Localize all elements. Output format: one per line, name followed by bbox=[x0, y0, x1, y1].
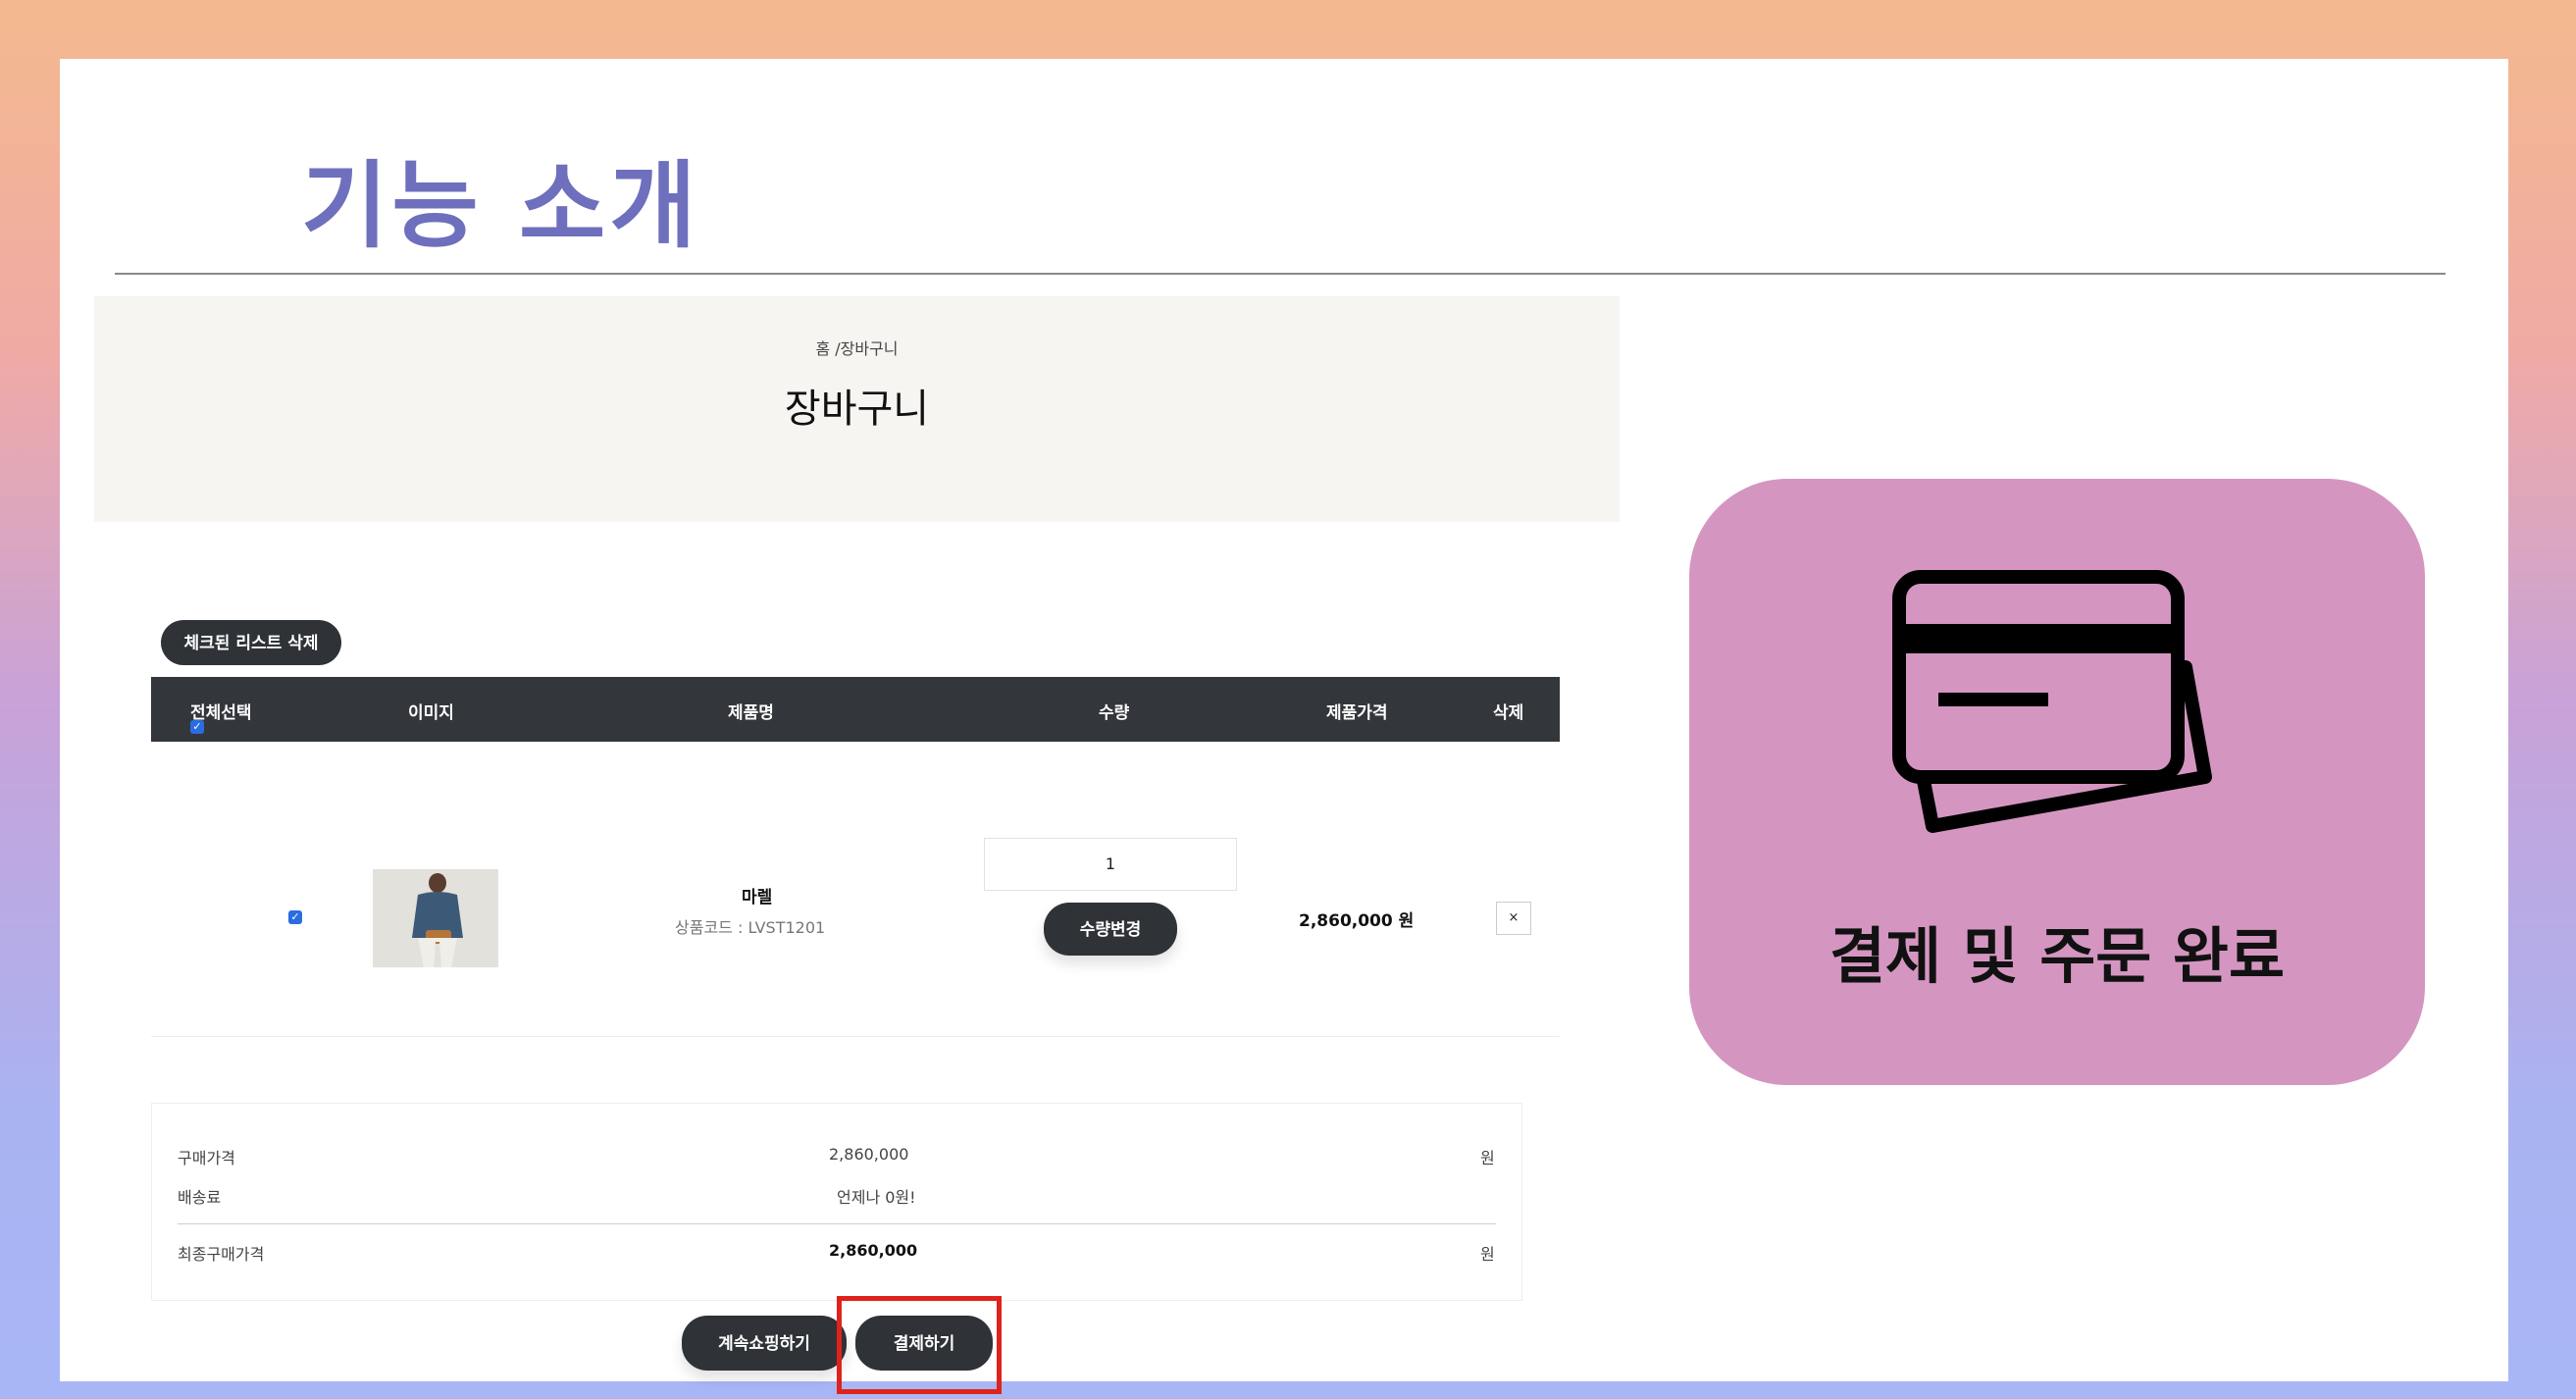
credit-card-icon bbox=[1892, 570, 2212, 833]
quantity-input[interactable]: 1 bbox=[984, 838, 1237, 891]
header-image: 이미지 bbox=[408, 703, 454, 723]
select-all-checkbox[interactable]: ✓ bbox=[190, 720, 204, 734]
select-all-control[interactable]: ✓ 전체선택 bbox=[190, 699, 252, 734]
page-banner: 홈 /장바구니 장바구니 bbox=[94, 296, 1620, 522]
purchase-price-label: 구매가격 bbox=[178, 1149, 235, 1167]
shipping-value: 언제나 0원! bbox=[837, 1188, 916, 1207]
shipping-label: 배송료 bbox=[178, 1188, 222, 1207]
header-quantity: 수량 bbox=[1099, 703, 1130, 723]
row-divider bbox=[151, 1036, 1560, 1037]
remove-item-button[interactable]: × bbox=[1496, 902, 1531, 935]
checkout-highlight-box bbox=[837, 1296, 1002, 1394]
purchase-price-unit: 원 bbox=[1480, 1149, 1495, 1167]
cart-table-header: ✓ 전체선택 이미지 제품명 수량 제품가격 삭제 bbox=[151, 677, 1560, 742]
product-code: 상품코드 : LVST1201 bbox=[675, 918, 826, 937]
slide: 기능 소개 홈 /장바구니 장바구니 체크된 리스트 삭제 ✓ 전체선택 이미지… bbox=[60, 59, 2508, 1394]
product-name[interactable]: 마렐 bbox=[742, 883, 772, 907]
feature-label: 결제 및 주문 완료 bbox=[1829, 920, 2286, 992]
slide-title: 기능 소개 bbox=[301, 151, 700, 261]
summary-divider bbox=[178, 1223, 1496, 1224]
final-price-value: 2,860,000 bbox=[829, 1241, 918, 1260]
cart-screenshot: 홈 /장바구니 장바구니 체크된 리스트 삭제 ✓ 전체선택 이미지 제품명 수… bbox=[94, 296, 1620, 1394]
product-image[interactable] bbox=[373, 869, 498, 967]
feature-card: 결제 및 주문 완료 bbox=[1689, 479, 2425, 1085]
final-price-unit: 원 bbox=[1480, 1245, 1495, 1264]
item-checkbox[interactable]: ✓ bbox=[288, 910, 302, 924]
delete-checked-button[interactable]: 체크된 리스트 삭제 bbox=[161, 620, 341, 665]
continue-shopping-button[interactable]: 계속쇼핑하기 bbox=[682, 1316, 847, 1371]
item-price: 2,860,000 원 bbox=[1299, 911, 1415, 931]
header-delete: 삭제 bbox=[1493, 703, 1524, 723]
order-summary: 구매가격 2,860,000 원 배송료 언제나 0원! 최종구매가격 2,86… bbox=[151, 1103, 1522, 1301]
title-divider bbox=[115, 273, 2446, 275]
header-price: 제품가격 bbox=[1326, 703, 1388, 723]
final-price-label: 최종구매가격 bbox=[178, 1245, 265, 1264]
header-product-name: 제품명 bbox=[728, 703, 774, 723]
breadcrumb[interactable]: 홈 /장바구니 bbox=[94, 336, 1620, 359]
page-heading: 장바구니 bbox=[784, 387, 930, 432]
quantity-change-button[interactable]: 수량변경 bbox=[1044, 903, 1177, 956]
product-photo-icon bbox=[373, 869, 498, 967]
purchase-price-value: 2,860,000 bbox=[829, 1145, 909, 1164]
